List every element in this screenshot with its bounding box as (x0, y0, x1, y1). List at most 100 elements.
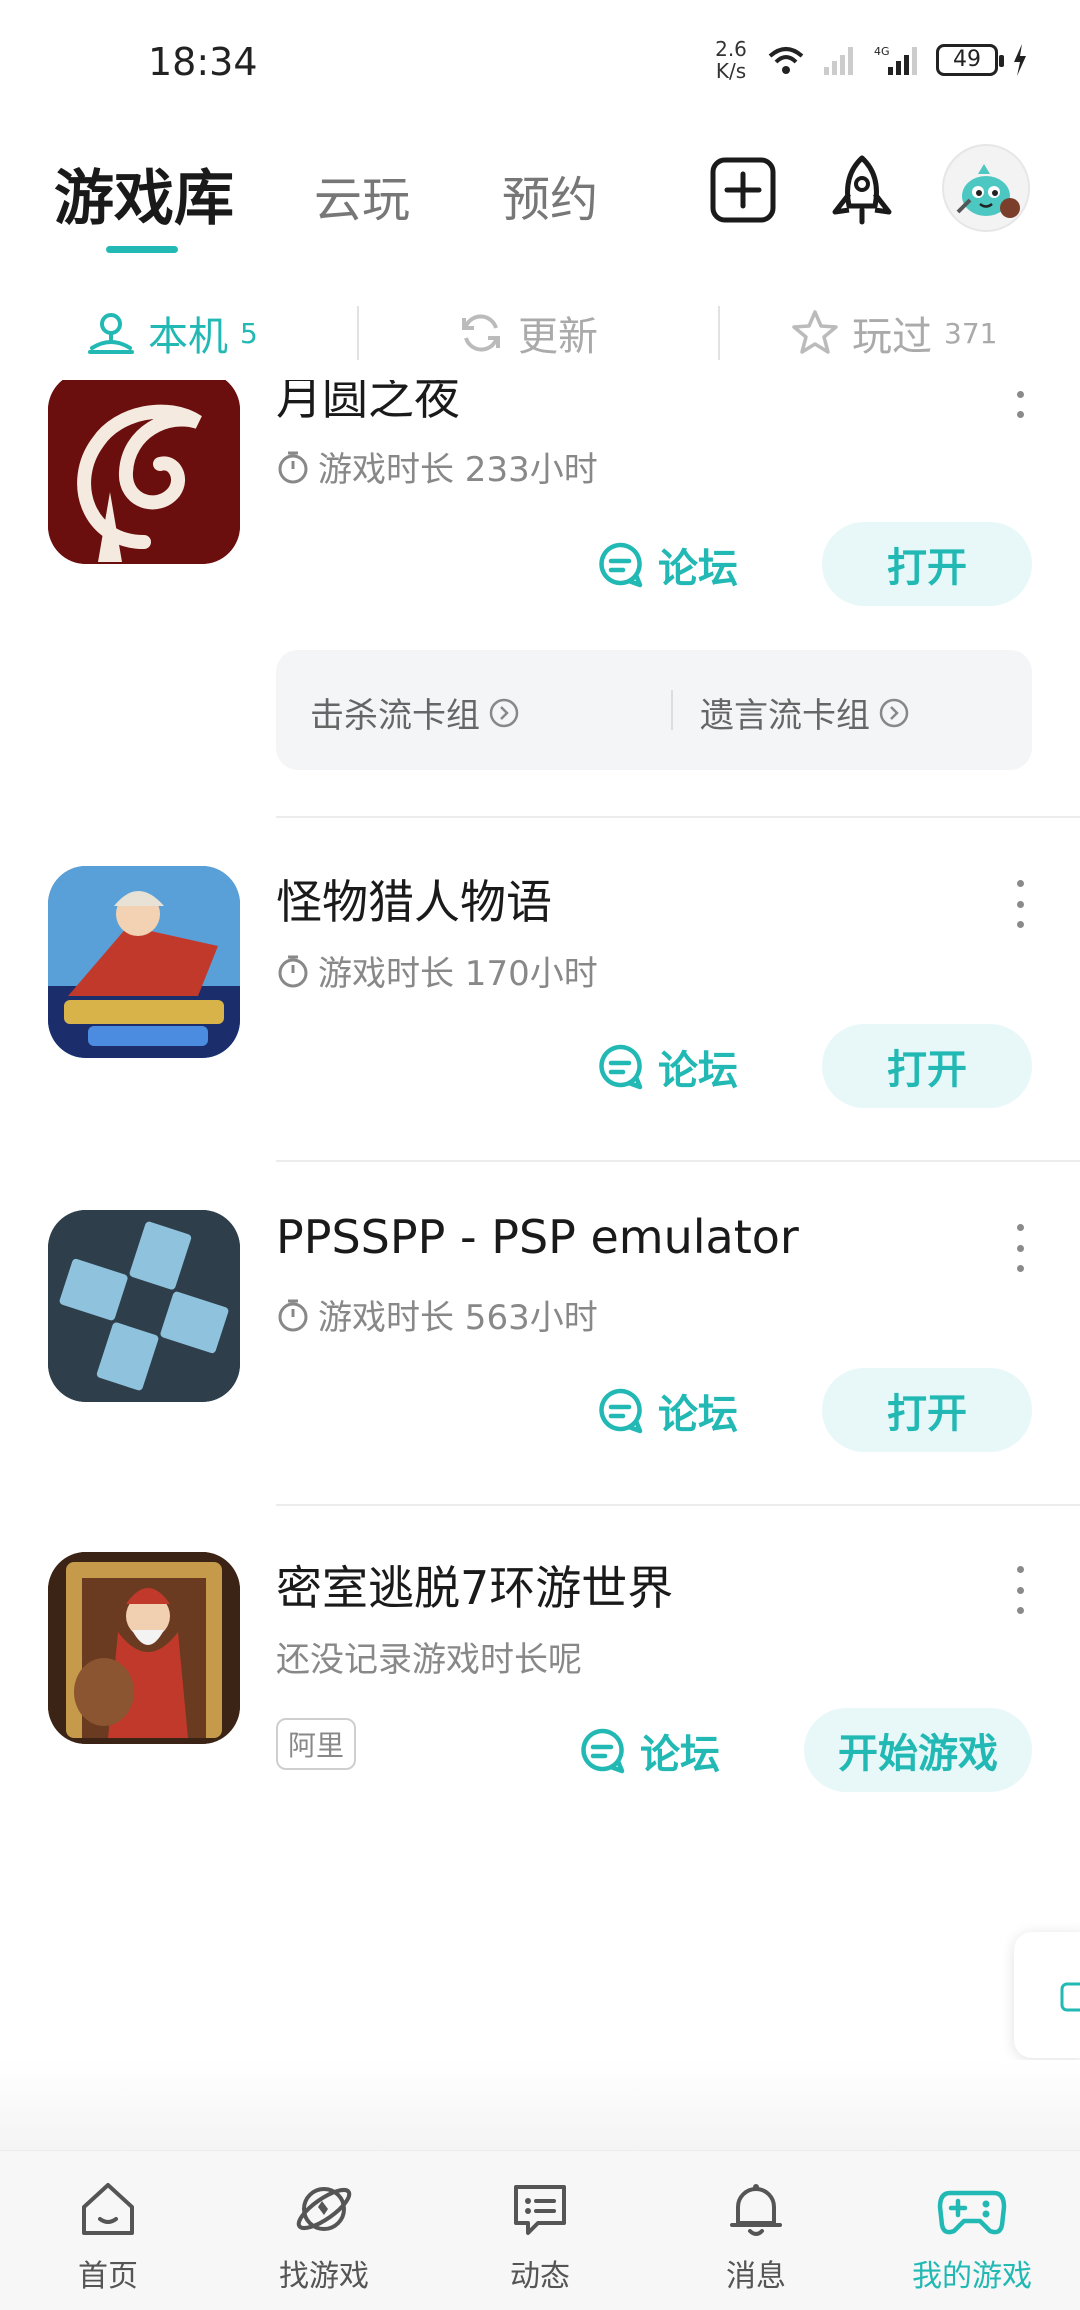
deck-link-lastwords[interactable]: 遗言流卡组 (700, 688, 910, 737)
filter-update[interactable]: 更新 (456, 304, 598, 362)
status-icons: 2.6 K/s 4G 49 (710, 38, 1028, 82)
timer-icon (278, 1299, 308, 1331)
nav-my-games-label: 我的游戏 (912, 2259, 1032, 2294)
game-playtime: 游戏时长 563小时 (276, 1290, 598, 1339)
filter-played-label: 玩过 (852, 314, 932, 360)
forum-chat-icon (599, 1044, 643, 1090)
game-playtime-text: 游戏时长 563小时 (318, 1298, 598, 1338)
filter-segments: 本机 5 更新 玩过 371 (0, 290, 1080, 380)
avatar[interactable] (942, 144, 1030, 232)
forum-button[interactable]: 论坛 (596, 536, 738, 594)
game-title: 密室逃脱7环游世界 (276, 1561, 674, 1615)
open-game-button[interactable]: 打开 (822, 1368, 1032, 1452)
timer-icon (278, 955, 308, 987)
nav-home[interactable]: 首页 (28, 2177, 188, 2295)
phone-user-icon (88, 313, 134, 354)
nav-messages[interactable]: 消息 (676, 2177, 836, 2295)
game-icon (48, 380, 240, 564)
open-game-button[interactable]: 打开 (822, 522, 1032, 606)
open-game-button[interactable]: 打开 (822, 1024, 1032, 1108)
segment-divider (357, 306, 359, 360)
active-tab-indicator (106, 246, 178, 253)
forum-chat-icon (599, 1388, 643, 1434)
charging-icon (1014, 44, 1026, 76)
floating-download-tab[interactable] (1014, 1932, 1080, 2058)
bottom-navigation: 首页 找游戏 动态 消息 我的游戏 (0, 2150, 1080, 2310)
forum-label: 论坛 (640, 1732, 720, 1778)
speedup-button[interactable] (822, 150, 902, 230)
forum-button[interactable]: 论坛 (596, 1382, 738, 1440)
chevron-circle-icon (489, 698, 519, 727)
signal-4g-icon: 4G (874, 45, 917, 75)
svg-text:4G: 4G (874, 45, 890, 58)
more-options-button[interactable] (1010, 1566, 1030, 1614)
nav-discover-label: 找游戏 (279, 2259, 369, 2294)
game-title: 怪物猎人物语 (276, 875, 552, 929)
filter-local-label: 本机 (148, 314, 228, 360)
game-playtime: 游戏时长 233小时 (276, 442, 598, 491)
status-time: 18:34 (148, 40, 258, 84)
monster-hunter-game-art (48, 866, 240, 1058)
game-playtime: 游戏时长 170小时 (276, 946, 598, 995)
game-title: 月圆之夜 (276, 380, 460, 425)
segment-divider (718, 306, 720, 360)
forum-label: 论坛 (658, 546, 738, 592)
filter-local-count: 5 (240, 316, 258, 350)
tab-reservations[interactable]: 预约 (502, 160, 598, 230)
battery-indicator: 49 (936, 44, 1004, 76)
add-game-button[interactable] (703, 150, 783, 230)
game-title: PPSSPP - PSP emulator (276, 1210, 799, 1264)
gamepad-icon (937, 2190, 1007, 2235)
row-divider (276, 1160, 1080, 1162)
game-list[interactable]: 月圆之夜 游戏时长 233小时 论坛 打开 击杀流卡组 遗言流卡组 怪物猎人物语… (0, 380, 1080, 2140)
game-icon (48, 1210, 240, 1402)
nav-feed[interactable]: 动态 (460, 2177, 620, 2295)
home-icon (82, 2183, 134, 2235)
more-options-button[interactable] (1010, 1224, 1030, 1272)
nav-discover[interactable]: 找游戏 (244, 2177, 404, 2295)
deck-link-label: 击杀流卡组 (310, 696, 480, 736)
header: 游戏库 云玩 预约 (0, 130, 1080, 260)
forum-button[interactable]: 论坛 (578, 1722, 720, 1780)
game-playtime-text: 还没记录游戏时长呢 (276, 1640, 582, 1680)
rocket-icon (832, 155, 892, 225)
ppsspp-game-art (48, 1210, 240, 1402)
deck-link-label: 遗言流卡组 (700, 696, 870, 736)
network-speed-value: 2.6 (715, 37, 747, 61)
feed-icon (514, 2185, 566, 2235)
row-divider (276, 1504, 1080, 1506)
nav-messages-label: 消息 (726, 2259, 786, 2294)
bottom-fade (0, 2060, 1080, 2150)
nav-home-label: 首页 (78, 2259, 138, 2294)
filter-local[interactable]: 本机 5 (86, 304, 258, 362)
filter-played[interactable]: 玩过 371 (790, 304, 997, 362)
planet-icon (296, 2187, 352, 2231)
game-playtime-text: 游戏时长 233小时 (318, 450, 598, 490)
timer-icon (278, 451, 308, 483)
tab-cloud-play[interactable]: 云玩 (314, 160, 410, 230)
game-icon (48, 866, 240, 1058)
forum-chat-icon (581, 1728, 625, 1774)
tab-game-library[interactable]: 游戏库 (54, 150, 234, 237)
avatar-icon (944, 146, 1028, 230)
game-playtime: 还没记录游戏时长呢 (276, 1632, 582, 1681)
start-game-button[interactable]: 开始游戏 (804, 1708, 1032, 1792)
nav-feed-label: 动态 (510, 2259, 570, 2294)
more-options-button[interactable] (1010, 380, 1030, 418)
add-square-icon (710, 157, 776, 223)
filter-played-count: 371 (944, 316, 998, 350)
download-icon (1060, 1982, 1080, 2012)
forum-button[interactable]: 论坛 (596, 1038, 738, 1096)
nav-my-games[interactable]: 我的游戏 (892, 2177, 1052, 2295)
deck-links-card: 击杀流卡组 遗言流卡组 (276, 650, 1032, 770)
forum-chat-icon (599, 542, 643, 588)
more-options-button[interactable] (1010, 880, 1030, 928)
filter-update-label: 更新 (518, 314, 598, 360)
deck-link-kill[interactable]: 击杀流卡组 (310, 688, 520, 737)
bell-icon (730, 2184, 782, 2236)
signal-empty-icon (824, 47, 853, 75)
escape-room-game-art (48, 1552, 240, 1744)
forum-label: 论坛 (658, 1048, 738, 1094)
network-speed-unit: K/s (715, 59, 747, 83)
game-icon (48, 1552, 240, 1744)
